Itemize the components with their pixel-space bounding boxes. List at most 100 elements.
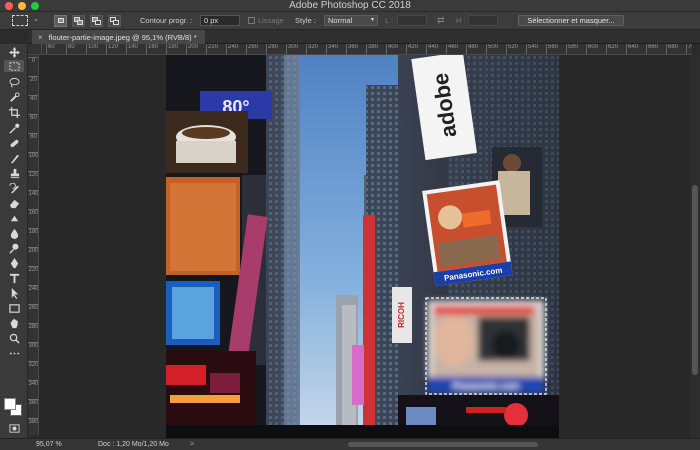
ruler-tick-label: 340 [28, 380, 39, 387]
ruler-tick-label: 60 [46, 44, 55, 54]
ruler-tick-label: 0 [28, 57, 38, 65]
ruler-tick-label: 380 [28, 418, 39, 425]
ruler-tick-label: 220 [28, 266, 39, 273]
antialias-label: Lissage [258, 16, 284, 25]
document-tab-bar: × flouter-partie-image.jpeg @ 95,1% (RVB… [28, 30, 700, 44]
ruler-tick-label: 320 [28, 361, 39, 368]
ruler-tick-label: 260 [28, 304, 39, 311]
feather-input[interactable]: 0 px [200, 15, 240, 26]
quick-mask-icon[interactable] [4, 422, 24, 434]
swap-dimensions-icon[interactable]: ⇄ [437, 15, 445, 26]
eraser-tool-icon[interactable] [4, 197, 24, 209]
clone-stamp-tool-icon[interactable] [4, 167, 24, 179]
ruler-tick-label: 500 [486, 44, 498, 54]
ruler-tick-label: 340 [326, 44, 338, 54]
ruler-tick-label: 560 [546, 44, 558, 54]
ruler-tick-label: 120 [106, 44, 118, 54]
tool-preset-picker[interactable] [12, 15, 28, 26]
document-tab[interactable]: × flouter-partie-image.jpeg @ 95,1% (RVB… [32, 30, 205, 44]
dodge-tool-icon[interactable] [4, 242, 24, 254]
brush-tool-icon[interactable] [4, 152, 24, 164]
select-and-mask-button[interactable]: Sélectionner et masquer... [518, 15, 624, 26]
pen-tool-icon[interactable] [4, 257, 24, 269]
status-menu-caret[interactable]: > [190, 439, 194, 450]
ruler-tick-label: 100 [28, 152, 39, 159]
zoom-level-readout[interactable]: 95,07 % [36, 439, 62, 450]
style-label: Style : [295, 16, 316, 25]
ruler-tick-label: 380 [366, 44, 378, 54]
ruler-tick-label: 320 [306, 44, 318, 54]
ruler-tick-label: 40 [28, 95, 38, 103]
ruler-tick-label: 640 [626, 44, 638, 54]
ruler-tick-label: 80 [66, 44, 75, 54]
ruler-tick-label: 140 [126, 44, 138, 54]
options-bar: ⌄ Contour progr. : 0 px Lissage Style : … [0, 12, 700, 30]
crop-tool-icon[interactable] [4, 106, 24, 118]
document-canvas[interactable]: 2018 80° adobe [166, 55, 559, 438]
ruler-tick-label: 240 [28, 285, 39, 292]
document-info: Doc : 1,20 Mo/1,20 Mo [98, 441, 169, 448]
ruler-tick-label: 180 [28, 228, 39, 235]
ruler-tick-label: 520 [506, 44, 518, 54]
panasonic-sign-bottom: Panasonic.com [453, 381, 519, 391]
ruler-tick-label: 60 [28, 114, 38, 122]
quick-select-tool-icon[interactable] [4, 91, 24, 103]
width-label: L : [385, 16, 394, 25]
eyedropper-tool-icon[interactable] [4, 122, 24, 134]
blur-tool-icon[interactable] [4, 227, 24, 239]
feather-label: Contour progr. : [140, 16, 193, 25]
marquee-tool-icon[interactable] [4, 60, 24, 72]
ruler-tick-label: 620 [606, 44, 618, 54]
photo-times-square: 2018 80° adobe [166, 55, 559, 438]
add-selection-button[interactable] [72, 15, 85, 27]
ruler-tick-label: 660 [646, 44, 658, 54]
tools-panel [0, 44, 28, 438]
ruler-tick-label: 300 [28, 342, 39, 349]
ricoh-sign: RICOH [397, 302, 406, 328]
ruler-tick-label: 580 [566, 44, 578, 54]
history-brush-tool-icon[interactable] [4, 182, 24, 194]
ruler-tick-label: 400 [386, 44, 398, 54]
ruler-tick-label: 280 [266, 44, 278, 54]
foreground-color-swatch[interactable] [4, 398, 16, 410]
horizontal-ruler[interactable]: 60 80 100 120 140 160 180 200 220 240 260 280 300 320… [42, 44, 692, 55]
close-icon[interactable]: × [38, 33, 43, 42]
ruler-tick-label: 180 [166, 44, 178, 54]
document-tab-label: flouter-partie-image.jpeg @ 95,1% (RVB/8… [48, 32, 197, 42]
ruler-origin[interactable] [28, 44, 42, 55]
height-input[interactable] [468, 15, 498, 26]
ruler-tick-label: 360 [28, 399, 39, 406]
intersect-selection-button[interactable] [108, 15, 121, 27]
path-selection-tool-icon[interactable] [4, 287, 24, 299]
horizontal-scroll-thumb[interactable] [348, 442, 538, 447]
lasso-tool-icon[interactable] [4, 76, 24, 88]
width-input[interactable] [397, 15, 427, 26]
gradient-tool-icon[interactable] [4, 212, 24, 224]
ruler-tick-label: 240 [226, 44, 238, 54]
ruler-tick-label: 20 [28, 76, 38, 84]
title-bar: Adobe Photoshop CC 2018 [0, 0, 700, 12]
subtract-selection-button[interactable] [90, 15, 103, 27]
zoom-tool-icon[interactable] [4, 332, 24, 344]
app-title: Adobe Photoshop CC 2018 [289, 0, 411, 11]
move-tool-icon[interactable] [4, 46, 24, 58]
status-bar: 95,07 % Doc : 1,20 Mo/1,20 Mo > [0, 438, 700, 450]
height-label: H : [456, 16, 466, 25]
vertical-scrollbar[interactable] [690, 55, 700, 438]
vertical-scroll-thumb[interactable] [692, 185, 698, 375]
ruler-tick-label: 220 [206, 44, 218, 54]
antialias-checkbox[interactable] [248, 17, 255, 24]
more-tools-icon[interactable] [4, 347, 24, 359]
style-value: Normal [328, 16, 353, 25]
ruler-tick-label: 100 [86, 44, 98, 54]
chevron-down-icon[interactable]: ⌄ [33, 15, 39, 23]
style-select[interactable]: Normal ▾ [324, 15, 378, 26]
ruler-tick-label: 420 [406, 44, 418, 54]
new-selection-button[interactable] [54, 15, 67, 27]
healing-brush-tool-icon[interactable] [4, 137, 24, 149]
rectangle-tool-icon[interactable] [4, 302, 24, 314]
type-tool-icon[interactable] [4, 272, 24, 284]
ruler-tick-label: 440 [426, 44, 438, 54]
vertical-ruler[interactable]: 0 20 40 60 80 100 120 140 160 180 200 220 240 260 280 3… [28, 55, 39, 435]
hand-tool-icon[interactable] [4, 317, 24, 329]
